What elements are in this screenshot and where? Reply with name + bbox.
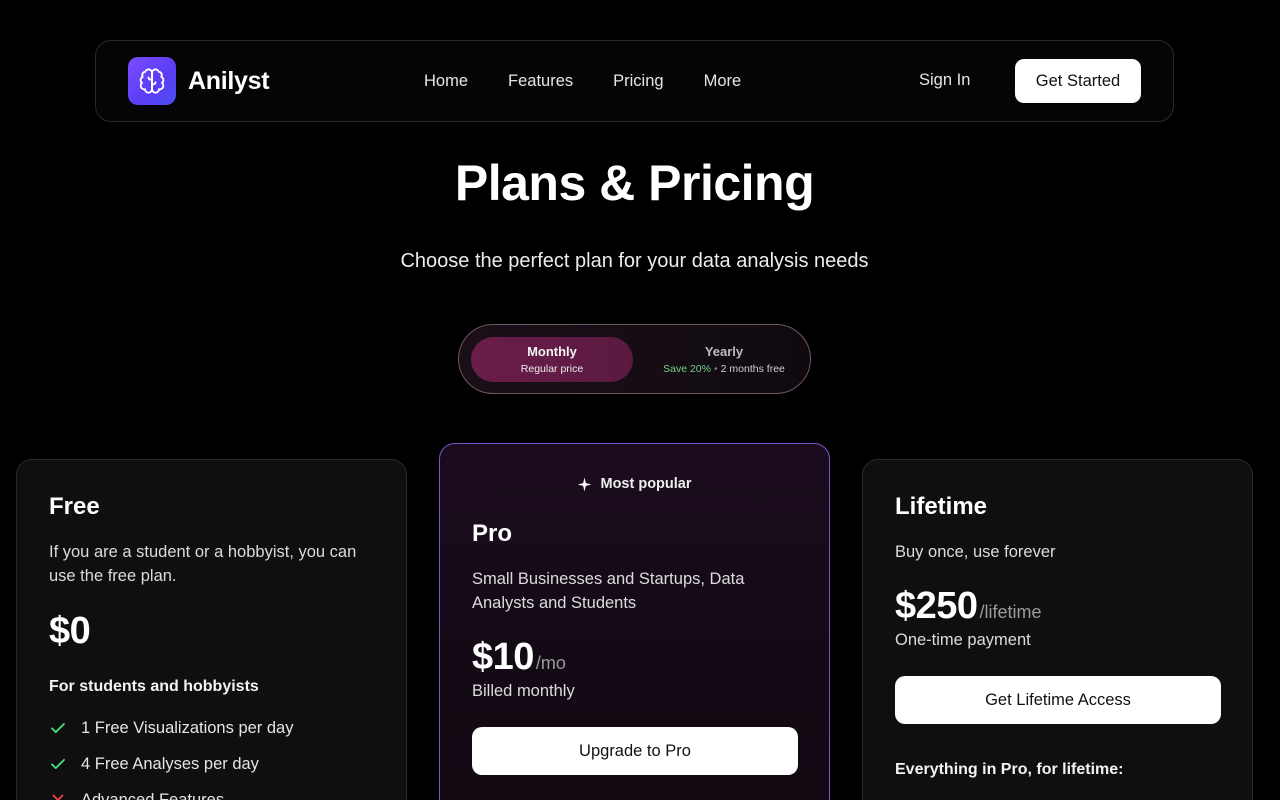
billing-note: One-time payment	[895, 631, 1031, 649]
page-title: Plans & Pricing	[454, 155, 815, 211]
billing-toggle: Monthly Regular price Yearly Save 20% • 2 …	[458, 324, 811, 394]
yearly-free-text: 2 months free	[720, 363, 785, 375]
yearly-save-text: Save 20%	[663, 363, 711, 375]
nav-link-more[interactable]: More	[704, 72, 742, 91]
get-lifetime-access-button[interactable]: Get Lifetime Access	[895, 676, 1221, 724]
cross-icon	[52, 794, 64, 800]
upgrade-to-pro-button[interactable]: Upgrade to Pro	[472, 727, 798, 775]
monthly-label: Monthly	[527, 344, 577, 359]
monthly-sublabel: Regular price	[520, 363, 584, 375]
plan-description: Small Businesses and Startups, Data Anal…	[472, 570, 745, 612]
price-unit: /lifetime	[979, 602, 1042, 622]
nav-link-home[interactable]: Home	[424, 72, 468, 91]
plan-description: Buy once, use forever	[895, 543, 1056, 561]
price-row: $10 /mo	[472, 636, 566, 679]
toggle-option-monthly[interactable]: Monthly Regular price	[471, 337, 633, 382]
badge-text: Most popular	[600, 476, 692, 492]
pricing-page: Anilyst Home Features Pricing More Sign …	[0, 0, 1280, 800]
price-unit: /mo	[535, 653, 566, 673]
plan-description: If you are a student or a hobbyist, you …	[49, 543, 357, 585]
get-started-button[interactable]: Get Started	[1015, 59, 1141, 103]
nav-link-pricing[interactable]: Pricing	[613, 72, 663, 91]
feature-item: 1 Free Visualizations per day	[49, 710, 293, 746]
toggle-option-yearly[interactable]: Yearly Save 20% • 2 months free	[644, 337, 804, 382]
sparkle-icon	[578, 477, 592, 491]
plan-price: $0	[49, 610, 91, 652]
page-subtitle: Choose the perfect plan for your data an…	[400, 250, 869, 272]
check-icon	[51, 758, 65, 770]
plan-price: $10	[472, 636, 534, 678]
yearly-sublabel: Save 20% • 2 months free	[644, 363, 804, 375]
plan-card-free: Free If you are a student or a hobbyist,…	[16, 459, 407, 800]
plan-price: $250	[895, 585, 978, 627]
feature-text: Advanced Features	[81, 790, 225, 800]
brain-logo-icon	[128, 57, 176, 105]
brand-name: Anilyst	[188, 66, 270, 95]
price-row: $250 /lifetime	[895, 585, 1042, 628]
nav-links: Home Features Pricing More	[424, 41, 781, 121]
sign-in-link[interactable]: Sign In	[919, 71, 970, 90]
most-popular-badge: Most popular	[440, 476, 829, 492]
plan-name: Lifetime	[895, 493, 988, 520]
feature-item: Advanced Features	[49, 782, 293, 800]
navbar: Anilyst Home Features Pricing More Sign …	[95, 40, 1174, 122]
separator-dot: •	[713, 363, 718, 375]
feature-text: 4 Free Analyses per day	[81, 754, 259, 773]
feature-text: 1 Free Visualizations per day	[81, 718, 294, 737]
plan-card-lifetime: Lifetime Buy once, use forever $250 /lif…	[862, 459, 1253, 800]
feature-item: 4 Free Analyses per day	[49, 746, 293, 782]
brand[interactable]: Anilyst	[128, 57, 270, 105]
nav-link-features[interactable]: Features	[508, 72, 573, 91]
check-icon	[51, 722, 65, 734]
price-row: $0	[49, 610, 91, 653]
yearly-label: Yearly	[704, 344, 744, 359]
billing-note: Billed monthly	[472, 682, 575, 700]
feature-list: 1 Free Visualizations per day 4 Free Ana…	[49, 710, 293, 800]
plan-name: Pro	[472, 520, 513, 547]
features-section-title: Everything in Pro, for lifetime:	[895, 761, 1124, 778]
plan-name: Free	[49, 493, 100, 520]
features-section-title: For students and hobbyists	[49, 678, 259, 695]
plan-card-pro: Most popular Pro Small Businesses and St…	[439, 443, 830, 800]
